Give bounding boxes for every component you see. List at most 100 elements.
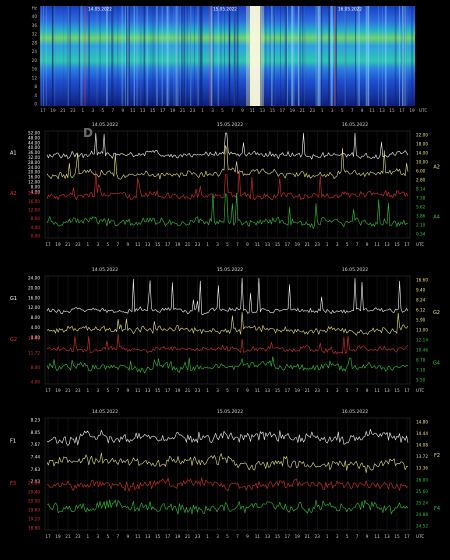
spectrogram-streak xyxy=(234,6,235,106)
spectrogram-streak xyxy=(167,6,168,106)
spectrogram-streak xyxy=(358,6,360,106)
x-tick: 13 xyxy=(384,388,390,393)
right-tick: 13.72 xyxy=(416,454,428,459)
spectrogram-streak xyxy=(359,6,360,106)
spectrogram-streak xyxy=(266,6,267,106)
right-tick: 18.00 xyxy=(416,142,428,147)
spectrogram-y-tick: 8 xyxy=(34,84,37,89)
right-tick: 26.00 xyxy=(416,477,428,482)
spectrogram-y-tick: 24 xyxy=(32,49,38,54)
left-tick-red: 20.80 xyxy=(28,480,40,485)
right-tick: 12.14 xyxy=(416,338,428,343)
spectrogram-streak xyxy=(134,6,135,106)
x-tick: 15 xyxy=(155,242,161,247)
spectrogram-x-tick: 15 xyxy=(150,108,156,113)
spectrogram-streak xyxy=(271,6,272,106)
right-tick: 5.90 xyxy=(416,318,426,323)
spectrogram-streak xyxy=(111,6,112,106)
spectrogram-streak xyxy=(181,6,182,106)
spectrogram-y-tick: 32 xyxy=(32,32,38,37)
spectrogram-x-tick: 13 xyxy=(260,108,266,113)
right-tick: 0.34 xyxy=(416,232,426,237)
x-unit: UTC xyxy=(416,534,424,539)
x-tick: 15 xyxy=(275,534,281,539)
left-tick: 7.44 xyxy=(31,454,41,459)
x-unit: UTC xyxy=(416,388,424,393)
x-tick: 21 xyxy=(185,388,191,393)
spectrogram-streak xyxy=(407,6,408,106)
spectrogram-streak xyxy=(127,6,128,106)
spectrogram-streak xyxy=(147,6,149,106)
spectrogram-streak xyxy=(355,6,356,106)
right-tick: 9.40 xyxy=(416,288,426,293)
right-tick: 25.60 xyxy=(416,489,428,494)
left-tick-red: 16.00 xyxy=(28,199,40,204)
left-tick-red: 19.60 xyxy=(28,507,40,512)
right-tick: 10.00 xyxy=(416,160,428,165)
spectrogram-y-tick: 16 xyxy=(32,67,38,72)
series-label-right: F4 xyxy=(434,506,440,512)
spectrogram-streak xyxy=(304,6,305,106)
x-tick: 9 xyxy=(126,388,129,393)
spectrogram-streak xyxy=(411,6,412,106)
spectrogram-x-tick: 21 xyxy=(300,108,306,113)
spectrogram-streak xyxy=(70,6,71,106)
spectrogram-x-unit: UTC xyxy=(419,108,427,113)
x-tick: 5 xyxy=(226,388,229,393)
x-tick: 15 xyxy=(275,388,281,393)
x-tick: 7 xyxy=(236,242,239,247)
spectrogram-streak xyxy=(218,6,219,106)
spectrogram-streak xyxy=(185,6,186,106)
x-tick: 15 xyxy=(155,534,161,539)
spectrogram-streak xyxy=(137,6,138,106)
spectrogram-x-tick: 11 xyxy=(369,108,375,113)
x-tick: 7 xyxy=(116,388,119,393)
spectrogram-x-tick: 19 xyxy=(170,108,176,113)
spectrogram-streak xyxy=(41,6,42,106)
x-tick: 23 xyxy=(75,534,81,539)
spectrogram-streak xyxy=(97,6,98,106)
spectrogram-streak xyxy=(229,6,230,106)
right-tick: 2.80 xyxy=(416,178,426,183)
spectrogram-streak xyxy=(162,6,163,106)
spectrogram-streak xyxy=(43,6,44,106)
spectrogram-streak xyxy=(213,6,214,106)
spectrogram-y-tick: 36 xyxy=(32,23,38,28)
date-label: 15.05.2022 xyxy=(217,122,243,128)
x-tick: 7 xyxy=(356,534,359,539)
spectrogram-x-tick: 3 xyxy=(331,108,334,113)
left-tick: 20.00 xyxy=(28,285,40,290)
spectrogram-streak xyxy=(345,6,346,106)
chart-canvas: 14.05.202215.05.202216.05.2022Hz40363228… xyxy=(0,0,450,556)
spectrogram-streak xyxy=(108,6,109,106)
left-tick: 7.63 xyxy=(31,467,41,472)
series-label-left: A2 xyxy=(10,191,17,197)
spectrogram-streak xyxy=(286,6,288,106)
date-label: 14.05.2022 xyxy=(92,122,118,128)
spectrogram-x-tick: 11 xyxy=(130,108,136,113)
spectrogram-streak xyxy=(321,6,323,106)
spectrogram-x-tick: 19 xyxy=(290,108,296,113)
line-chart-2 xyxy=(45,276,410,384)
x-tick: 9 xyxy=(246,242,249,247)
spectrogram-streak xyxy=(177,6,178,106)
spectrogram-streak xyxy=(366,6,368,106)
right-tick: 7.10 xyxy=(416,368,426,373)
x-tick: 19 xyxy=(55,534,61,539)
left-tick-red: 15.40 xyxy=(28,336,40,341)
x-tick: 21 xyxy=(185,242,191,247)
spectrogram-streak xyxy=(402,6,404,106)
spectrogram-streak xyxy=(317,6,319,106)
spectrogram-streak xyxy=(237,6,239,106)
x-tick: 17 xyxy=(165,534,171,539)
right-tick: 14.00 xyxy=(416,151,428,156)
x-tick: 1 xyxy=(326,242,329,247)
x-tick: 17 xyxy=(404,242,410,247)
spectrogram-streak xyxy=(184,6,186,106)
x-tick: 3 xyxy=(336,242,339,247)
x-tick: 17 xyxy=(45,242,51,247)
spectrogram-x-tick: 7 xyxy=(111,108,114,113)
spectrogram-streak xyxy=(117,6,119,106)
x-tick: 11 xyxy=(374,388,380,393)
spectrogram-streak xyxy=(88,6,90,106)
